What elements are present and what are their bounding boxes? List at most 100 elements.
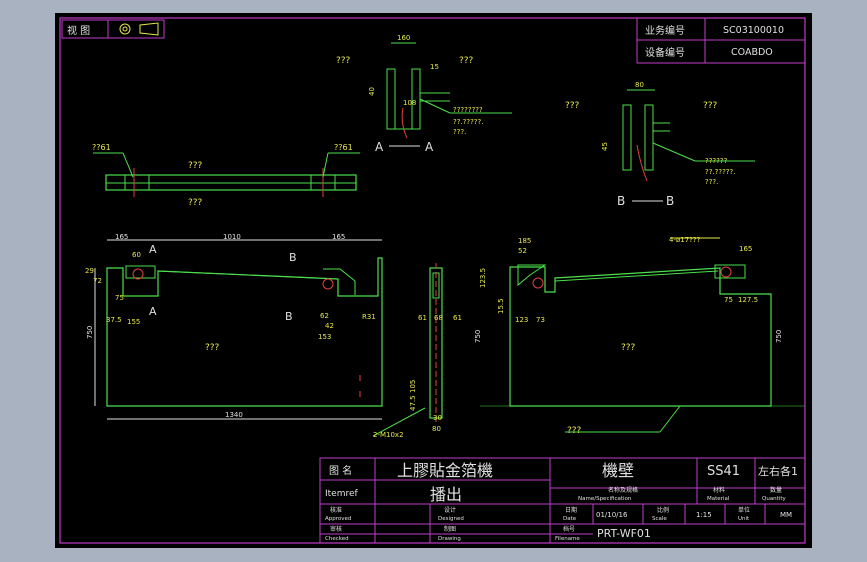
subtitle: 播出 xyxy=(430,485,462,504)
quantity-label: 数量 xyxy=(770,486,782,494)
material-value: SS41 xyxy=(707,464,740,479)
material-label: 材料 xyxy=(713,486,725,494)
plan-note-top: ??? xyxy=(188,161,203,171)
section-a-marker-bottom: A xyxy=(149,305,157,318)
projection-cone-icon xyxy=(139,22,159,36)
side-view: 61 68 61 105 47.5 30 80 2-M10x2 xyxy=(372,263,462,439)
section-a-callout-2: ??.?????. xyxy=(453,118,483,126)
dim-a-15: 15 xyxy=(430,63,439,71)
section-b-callout-2: ??.?????. xyxy=(705,168,735,176)
dim-b-45: 45 xyxy=(601,142,609,151)
approved-label: 核准 xyxy=(330,506,342,514)
dim-185: 185 xyxy=(518,237,531,245)
material-note: ??? xyxy=(567,426,582,436)
drawing-en: Drawing xyxy=(438,536,461,542)
designed-label: 设计 xyxy=(444,506,456,514)
section-b-callout-3: ???. xyxy=(705,178,718,186)
unit-label: 单位 xyxy=(738,506,750,514)
file-value: PRT-WF01 xyxy=(597,527,651,540)
dim-a-40: 40 xyxy=(368,87,376,96)
material-en: Material xyxy=(707,496,730,502)
dim-61-right: 61 xyxy=(453,314,462,322)
dim-73: 73 xyxy=(536,316,545,324)
section-b-callout-1: ?????? xyxy=(705,157,728,165)
dim-62: 62 xyxy=(320,312,329,320)
name-spec-label: 名称及规格 xyxy=(608,486,638,494)
name-spec-en: Name/Specification xyxy=(578,496,632,502)
section-b-marker-bottom: B xyxy=(285,310,293,323)
dim-72: 72 xyxy=(93,277,102,285)
dim-a-108: 108 xyxy=(403,99,416,107)
scale-label: 比例 xyxy=(657,506,669,514)
dim-42: 42 xyxy=(325,322,334,330)
item-ref-label: Itemref xyxy=(325,489,359,499)
section-a-detail: 160 40 108 15 ??? ??? ???????? ??.?????.… xyxy=(336,34,512,154)
designed-en: Designed xyxy=(438,516,464,522)
plan-note-bottom: ??? xyxy=(188,198,203,208)
section-b-label-right: B xyxy=(666,194,674,208)
title-block: 图 名 上膠貼金箔機 機壁 SS41 左右各1 Itemref 播出 名称及规格… xyxy=(319,457,806,544)
dim-30: 30 xyxy=(433,414,442,422)
dim-a-160: 160 xyxy=(397,34,410,42)
dim-40-75-80: 75 xyxy=(115,294,124,302)
thread-callout: 2-M10x2 xyxy=(373,431,404,439)
approved-en: Approved xyxy=(325,516,351,522)
view-indicator: 视 图 xyxy=(61,19,165,39)
cad-drawing: 视 图 业务编号 SC03100010 设备编号 COABDO ??61 ??6… xyxy=(59,17,806,544)
dim-1010: 1010 xyxy=(223,233,241,241)
section-a-callout-1: ???????? xyxy=(453,106,483,114)
scale-value: 1:15 xyxy=(696,511,712,519)
front-view-left: 165 1010 165 750 29 72 60 75 155 37.5 A … xyxy=(85,233,383,420)
dim-80-side: 80 xyxy=(432,425,441,433)
front-right-note: ??? xyxy=(621,343,636,353)
dim-b-80: 80 xyxy=(635,81,644,89)
quantity-value: 左右各1 xyxy=(758,464,798,478)
equipment-no-label: 设备编号 xyxy=(645,46,685,59)
unit-en: Unit xyxy=(738,516,750,522)
dim-127-5: 127.5 xyxy=(738,296,758,304)
section-b-marker-top: B xyxy=(289,251,297,264)
dim-52: 52 xyxy=(518,247,527,255)
scale-en: Scale xyxy=(652,516,667,522)
drawing-label: 制图 xyxy=(444,525,456,533)
section-b-note-right: ??? xyxy=(703,101,718,111)
date-label: 日期 xyxy=(565,506,577,514)
section-a-note-left: ??? xyxy=(336,56,351,66)
dim-60: 60 xyxy=(132,251,141,259)
section-b-detail: 80 45 ??? ??? ?????? ??.?????. ???. B B xyxy=(565,81,755,208)
dim-123-5: 123.5 xyxy=(479,268,487,288)
view-label: 视 图 xyxy=(67,24,90,37)
hole-callout-left: ??61 xyxy=(92,143,111,152)
dim-750-left: 750 xyxy=(86,326,94,339)
dim-37-5: 37.5 xyxy=(106,316,122,324)
business-no-label: 业务编号 xyxy=(645,24,685,37)
section-a-note-right: ??? xyxy=(459,56,474,66)
file-label: 档号 xyxy=(563,525,575,533)
plan-view: ??61 ??61 ??? ??? xyxy=(92,143,360,208)
section-a-label-left: A xyxy=(375,140,384,154)
dim-165-left: 165 xyxy=(115,233,128,241)
business-no-value: SC03100010 xyxy=(723,25,784,36)
dim-153: 153 xyxy=(318,333,331,341)
quantity-en: Quantity xyxy=(762,496,787,502)
section-a-callout-3: ???. xyxy=(453,128,466,136)
title-main: 上膠貼金箔機 xyxy=(397,461,493,480)
date-value: 01/10/16 xyxy=(596,511,628,519)
section-b-label-left: B xyxy=(617,194,625,208)
dim-750-mid: 750 xyxy=(474,330,482,343)
equipment-no-value: COABDO xyxy=(731,47,773,58)
dim-750-right: 750 xyxy=(775,330,783,343)
projection-circle-icon xyxy=(119,23,131,35)
dim-29: 29 xyxy=(85,267,94,275)
drawing-viewport[interactable]: 视 图 业务编号 SC03100010 设备编号 COABDO ??61 ??6… xyxy=(55,13,812,548)
dim-68: 68 xyxy=(434,314,443,322)
dim-165-right: 165 xyxy=(332,233,345,241)
dim-15-5: 15.5 xyxy=(497,298,505,314)
section-b-note-left: ??? xyxy=(565,101,580,111)
name-label: 图 名 xyxy=(329,464,352,477)
dim-75: 75 xyxy=(724,296,733,304)
dim-47-5: 47.5 xyxy=(409,395,417,411)
date-en: Date xyxy=(563,516,577,522)
file-en: Filename xyxy=(555,536,580,542)
section-a-label-right: A xyxy=(425,140,434,154)
